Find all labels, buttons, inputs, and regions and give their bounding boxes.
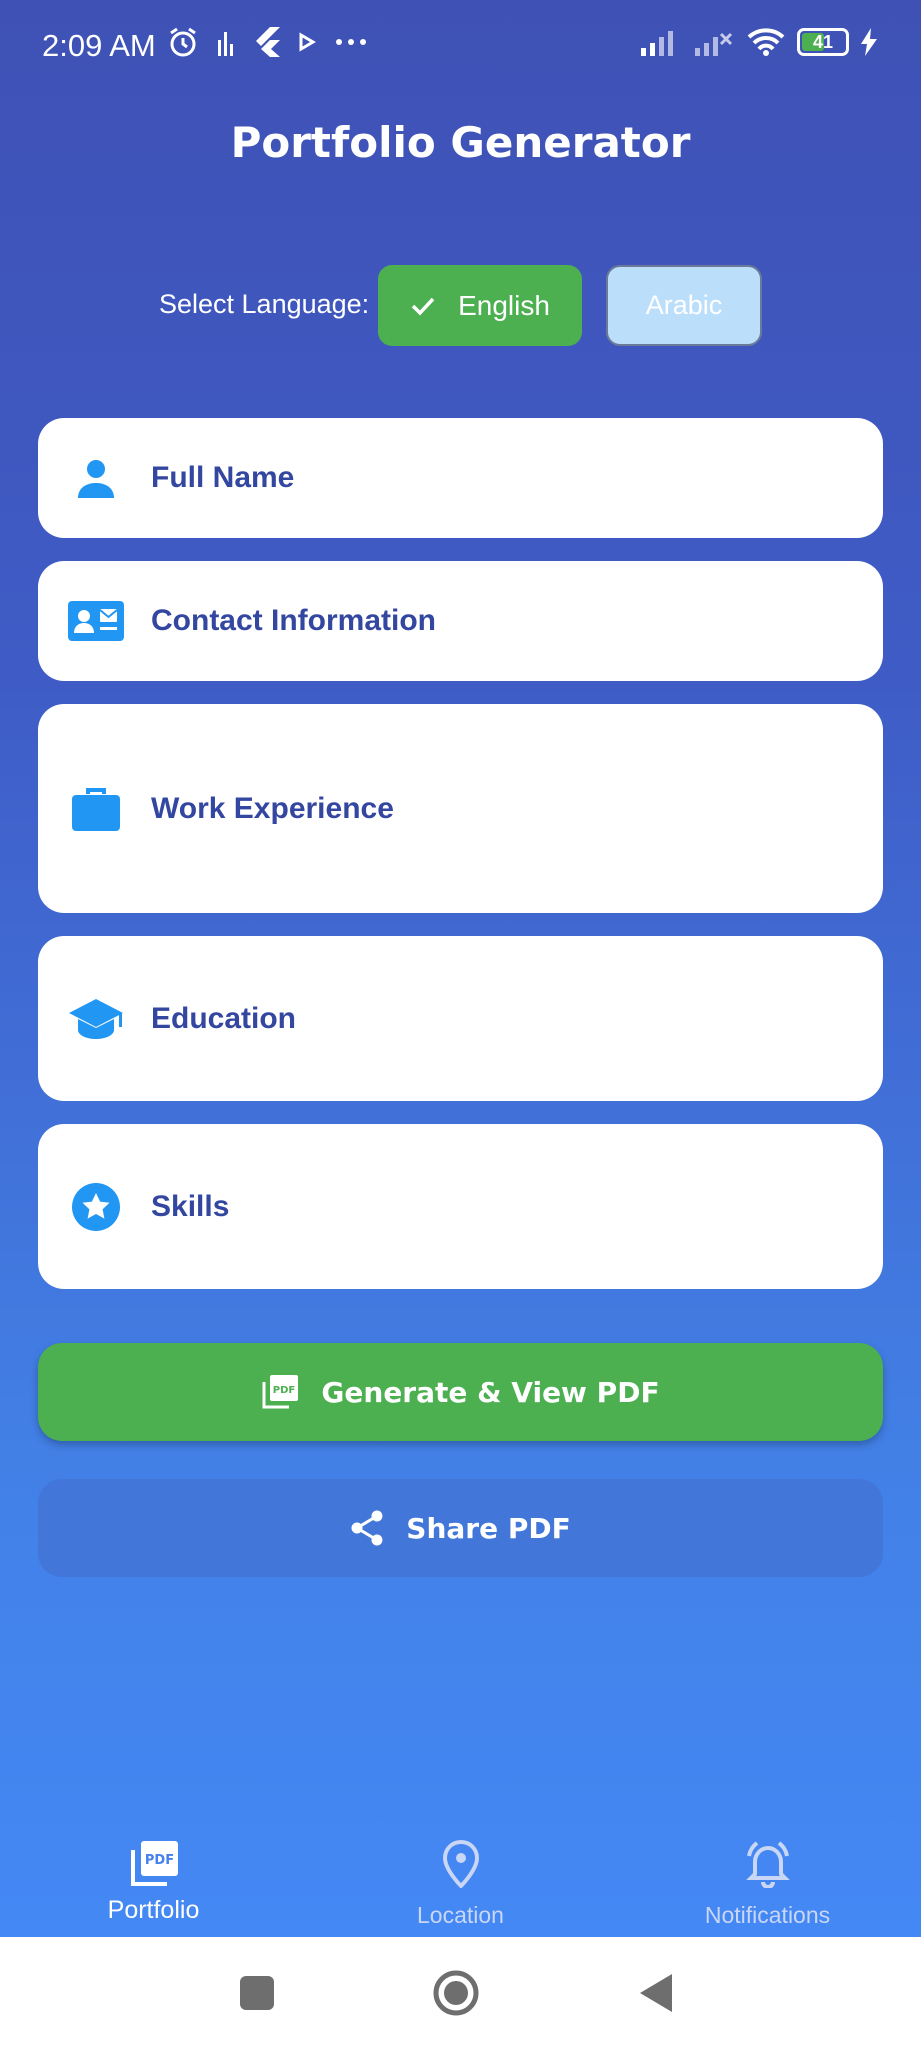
cell-signal-icon: [641, 31, 673, 56]
person-icon: [66, 448, 126, 508]
nav-label-portfolio: Portfolio: [107, 1896, 200, 1924]
nav-label-location: Location: [417, 1902, 504, 1928]
back-button[interactable]: [638, 1972, 674, 2019]
svg-text:PDF: PDF: [144, 1853, 173, 1868]
share-pdf-label: Share PDF: [406, 1511, 571, 1545]
status-right-icons: 41: [639, 28, 877, 56]
contact-card-icon: [66, 591, 126, 651]
app-screen: 2:09 AM 41 Portfolio Generator Select La…: [0, 0, 921, 1937]
card-full-name-label: Full Name: [151, 461, 295, 494]
more-dots-icon: [336, 39, 366, 45]
language-english-button[interactable]: English: [378, 265, 582, 346]
language-selector: Select Language: English Arabic: [0, 265, 921, 346]
card-full-name[interactable]: Full Name: [38, 418, 883, 538]
charging-bolt-icon: [861, 28, 877, 56]
back-triangle-icon: [640, 1974, 672, 2012]
briefcase-icon: [66, 779, 126, 839]
svg-text:PDF: PDF: [273, 1385, 295, 1396]
location-pin-icon: [442, 1828, 479, 1888]
card-education[interactable]: Education: [38, 936, 883, 1101]
pdf-icon: PDF: [262, 1375, 299, 1409]
graduation-cap-icon: [66, 989, 126, 1049]
signal-bars-icon: [218, 32, 233, 56]
play-icon: [299, 32, 316, 52]
language-arabic-button[interactable]: Arabic: [606, 265, 762, 346]
bottom-navigation: PDF Portfolio Location Notifications: [0, 1810, 921, 1937]
system-navigation-bar: [0, 1937, 921, 2048]
nav-label-notifications: Notifications: [704, 1902, 831, 1928]
battery-level: 41: [812, 31, 834, 52]
card-education-label: Education: [151, 1001, 297, 1035]
check-icon: [411, 297, 435, 316]
home-button[interactable]: [432, 1969, 480, 2022]
page-title: Portfolio Generator: [230, 118, 691, 167]
card-skills[interactable]: Skills: [38, 1124, 883, 1289]
cell-signal-off-icon: [695, 32, 733, 56]
status-time: 2:09 AM: [42, 28, 156, 63]
star-icon: [66, 1177, 126, 1237]
battery-icon: 41: [797, 28, 849, 56]
card-work-experience[interactable]: Work Experience: [38, 704, 883, 913]
language-label: Select Language:: [159, 289, 370, 319]
flutter-icon: [256, 27, 280, 57]
language-english-label: English: [458, 289, 550, 321]
nav-item-notifications[interactable]: Notifications: [614, 1810, 921, 1937]
wifi-icon: [747, 28, 785, 56]
language-arabic-label: Arabic: [645, 290, 723, 320]
alarm-icon: [170, 27, 196, 57]
card-skills-label: Skills: [151, 1189, 230, 1223]
recent-apps-button[interactable]: [239, 1975, 275, 2016]
card-contact-information[interactable]: Contact Information: [38, 561, 883, 681]
pdf-icon: PDF: [129, 1828, 179, 1888]
share-icon: [351, 1510, 383, 1546]
status-left-icons: [168, 26, 368, 58]
card-work-experience-label: Work Experience: [151, 791, 394, 825]
share-pdf-button[interactable]: Share PDF: [38, 1479, 883, 1577]
generate-pdf-button[interactable]: PDF Generate & View PDF: [38, 1343, 883, 1441]
nav-item-location[interactable]: Location: [307, 1810, 614, 1937]
card-contact-information-label: Contact Information: [151, 604, 436, 637]
square-icon: [240, 1976, 274, 2010]
bell-icon: [743, 1828, 793, 1888]
status-bar: 2:09 AM 41: [0, 0, 921, 92]
nav-item-portfolio[interactable]: PDF Portfolio: [0, 1810, 307, 1937]
generate-pdf-label: Generate & View PDF: [321, 1375, 660, 1409]
home-circle-icon: [433, 1970, 479, 2016]
